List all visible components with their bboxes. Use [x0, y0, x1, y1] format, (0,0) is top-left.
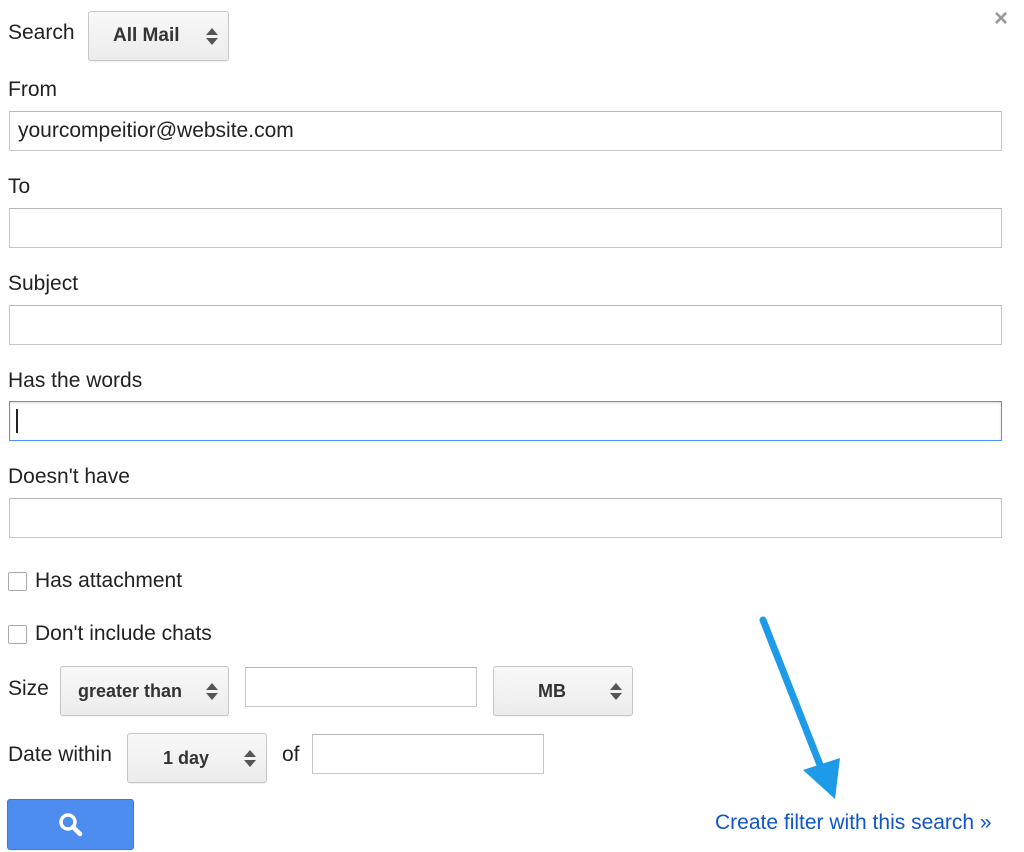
size-comparator-value: greater than	[78, 680, 183, 701]
date-within-label: Date within	[8, 743, 112, 766]
size-label: Size	[8, 677, 49, 700]
search-button[interactable]	[7, 799, 134, 850]
search-label: Search	[8, 21, 75, 44]
size-unit-select[interactable]: MB	[493, 666, 633, 716]
dont-include-chats-label[interactable]: Don't include chats	[35, 622, 212, 646]
updown-arrows-icon	[206, 679, 218, 703]
create-filter-link[interactable]: Create filter with this search »	[715, 810, 992, 836]
of-label: of	[282, 743, 300, 766]
updown-arrows-icon	[244, 746, 256, 770]
has-words-label: Has the words	[8, 369, 143, 392]
search-scope-select[interactable]: All Mail	[88, 11, 229, 61]
arrow-icon	[759, 616, 840, 799]
size-unit-value: MB	[538, 680, 566, 701]
from-input[interactable]	[9, 111, 1002, 151]
text-cursor	[16, 409, 18, 433]
has-words-input[interactable]	[9, 401, 1002, 441]
size-amount-input[interactable]	[245, 667, 477, 707]
to-input[interactable]	[9, 208, 1002, 248]
close-icon[interactable]: ×	[990, 7, 1012, 31]
search-scope-value: All Mail	[113, 25, 180, 46]
search-icon	[58, 812, 82, 836]
updown-arrows-icon	[206, 24, 218, 48]
has-attachment-label[interactable]: Has attachment	[35, 569, 182, 593]
size-comparator-select[interactable]: greater than	[60, 666, 229, 716]
has-attachment-checkbox[interactable]	[8, 572, 27, 591]
updown-arrows-icon	[610, 679, 622, 703]
doesnt-have-input[interactable]	[9, 498, 1002, 538]
date-range-value: 1 day	[163, 747, 210, 768]
doesnt-have-label: Doesn't have	[8, 465, 130, 488]
from-label: From	[8, 78, 57, 101]
to-label: To	[8, 175, 31, 198]
subject-input[interactable]	[9, 305, 1002, 345]
dont-include-chats-checkbox[interactable]	[8, 625, 27, 644]
advanced-search-dialog: Search All Mail × From To Subject Has th…	[0, 0, 1024, 852]
subject-label: Subject	[8, 272, 79, 295]
date-of-input[interactable]	[312, 734, 544, 774]
date-range-select[interactable]: 1 day	[127, 733, 267, 783]
